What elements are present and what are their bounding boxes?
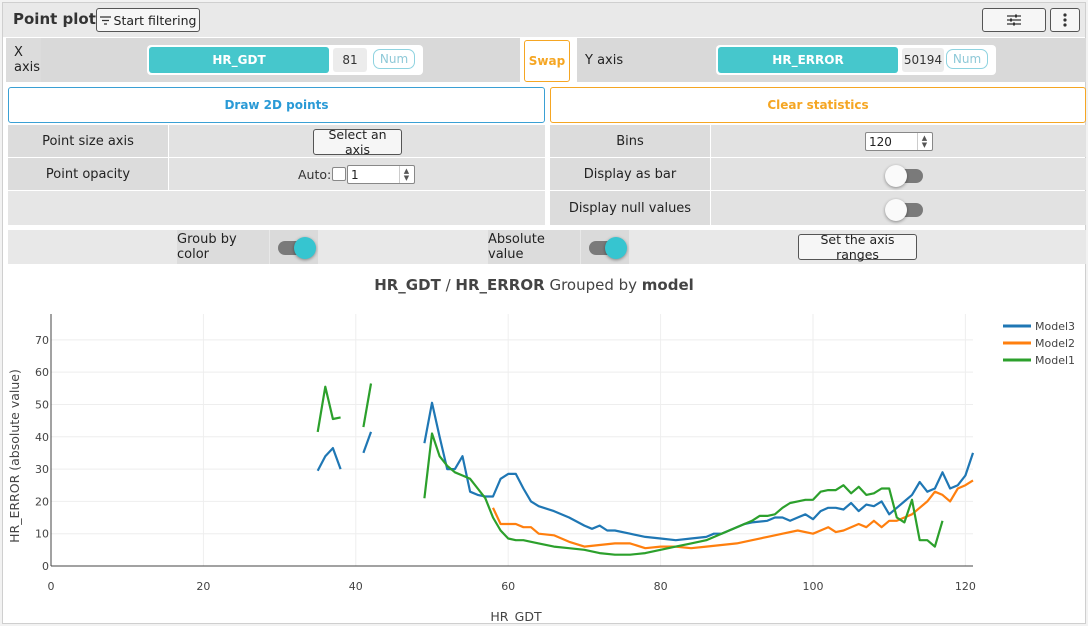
- chart-title-part: /: [441, 276, 456, 294]
- chart-title-part: HR_GDT: [374, 276, 441, 294]
- y-tick-label: 20: [35, 495, 49, 508]
- x-tick-label: 0: [48, 580, 55, 593]
- x-axis-title: HR_GDT: [490, 609, 542, 623]
- y-field-type-tag: Num: [946, 49, 988, 69]
- set-axis-ranges-button[interactable]: Set the axis ranges: [798, 232, 917, 262]
- x-axis-label-text: X axis: [14, 45, 41, 75]
- series-line-model1: [362, 383, 373, 428]
- series-line-model3: [316, 447, 342, 472]
- absolute-value-label: Absolute value: [488, 230, 580, 264]
- panel-header: Point plot Start filtering: [3, 3, 1085, 37]
- y-axis-field-selector[interactable]: HR_ERROR 50194 Num: [716, 45, 996, 75]
- toggle-knob: [885, 165, 907, 187]
- y-tick-label: 0: [42, 560, 49, 573]
- kebab-menu-icon: [1063, 13, 1067, 27]
- series-line-model1: [316, 385, 341, 433]
- group-by-color-toggle[interactable]: [278, 237, 316, 259]
- x-axis-label: X axis: [6, 38, 41, 82]
- filter-icon: [99, 15, 111, 25]
- x-field-type-tag: Num: [373, 49, 415, 69]
- series-line-model2: [492, 479, 974, 550]
- display-as-bar-toggle[interactable]: [885, 165, 923, 187]
- y-tick-label: 10: [35, 528, 49, 541]
- group-by-color-cell: [270, 230, 318, 264]
- y-field-count: 50194: [902, 48, 944, 72]
- display-null-toggle[interactable]: [885, 199, 923, 221]
- display-as-bar-cell: [711, 158, 1086, 190]
- bins-value: 120: [869, 134, 892, 149]
- point-opacity-label: Point opacity: [8, 158, 168, 190]
- opacity-auto-label: Auto:: [298, 167, 332, 182]
- display-null-label: Display null values: [550, 191, 710, 225]
- toggle-knob: [885, 199, 907, 221]
- y-axis-label: Y axis: [577, 38, 623, 82]
- legend-label-model3[interactable]: Model3: [1035, 320, 1075, 333]
- y-axis-label-text: Y axis: [585, 52, 624, 68]
- opacity-value: 1: [351, 167, 359, 182]
- opacity-auto-checkbox[interactable]: [332, 167, 346, 181]
- x-field-pill[interactable]: HR_GDT: [149, 47, 329, 73]
- x-tick-label: 60: [501, 580, 515, 593]
- point-opacity-cell: Auto: 1 ▲ ▼: [169, 158, 545, 190]
- chart-title-part: HR_ERROR: [455, 276, 545, 294]
- absolute-value-toggle[interactable]: [589, 237, 627, 259]
- point-plot-chart: HR_GDT / HR_ERROR Grouped by model 0 20 40 6…: [7, 276, 1075, 623]
- legend-label-model1[interactable]: Model1: [1035, 354, 1075, 367]
- x-axis-field-selector[interactable]: HR_GDT 81 Num: [147, 45, 423, 75]
- sliders-icon: [1007, 14, 1021, 26]
- bins-input[interactable]: 120 ▲ ▼: [865, 132, 933, 151]
- x-tick-label: 40: [349, 580, 363, 593]
- y-field-pill[interactable]: HR_ERROR: [718, 47, 898, 73]
- display-as-bar-label: Display as bar: [550, 158, 710, 190]
- settings-button[interactable]: [982, 8, 1046, 32]
- y-axis-title: HR_ERROR (absolute value): [7, 369, 22, 543]
- series-line-model3: [362, 431, 373, 454]
- absolute-value-cell: [581, 230, 629, 264]
- draw-2d-points-button[interactable]: Draw 2D points: [8, 87, 545, 123]
- select-axis-button[interactable]: Select an axis: [313, 127, 402, 157]
- opacity-value-input[interactable]: 1 ▲ ▼: [347, 165, 415, 184]
- chart-title-part: Grouped by: [545, 276, 642, 294]
- y-tick-label: 40: [35, 431, 49, 444]
- clear-statistics-button[interactable]: Clear statistics: [550, 87, 1086, 123]
- legend-label-model2[interactable]: Model2: [1035, 337, 1075, 350]
- series-line-model1: [423, 432, 944, 556]
- x-axis-row: X axis HR_GDT 81 Num: [6, 38, 520, 82]
- y-tick-label: 60: [35, 366, 49, 379]
- x-tick-label: 120: [955, 580, 976, 593]
- more-options-button[interactable]: [1050, 8, 1080, 32]
- x-tick-label: 20: [196, 580, 210, 593]
- opacity-spinner[interactable]: ▲ ▼: [399, 166, 413, 183]
- toggle-knob: [605, 237, 627, 259]
- point-size-axis-label: Point size axis: [8, 125, 168, 157]
- chart-title-part: model: [642, 276, 694, 294]
- series-line-model3: [423, 401, 975, 542]
- x-field-count: 81: [333, 48, 367, 72]
- toggle-knob: [294, 237, 316, 259]
- panel-title: Point plot: [13, 10, 96, 28]
- bins-label: Bins: [550, 125, 710, 157]
- point-plot-panel: Point plot Start filtering X axis HR_GDT…: [2, 2, 1086, 624]
- y-tick-label: 50: [35, 398, 49, 411]
- y-tick-label: 30: [35, 463, 49, 476]
- bins-cell: 120 ▲ ▼: [711, 125, 1086, 157]
- left-settings-filler: [8, 191, 545, 225]
- x-tick-label: 80: [654, 580, 668, 593]
- chart-title: HR_GDT / HR_ERROR Grouped by model: [374, 276, 694, 294]
- group-by-color-label: Groub by color: [177, 230, 269, 264]
- x-tick-label: 100: [802, 580, 823, 593]
- y-axis-row: Y axis HR_ERROR 50194 Num: [577, 38, 1086, 82]
- y-tick-label: 70: [35, 334, 49, 347]
- display-null-cell: [711, 191, 1086, 225]
- start-filtering-button[interactable]: Start filtering: [96, 8, 200, 32]
- swap-axes-button[interactable]: Swap: [524, 40, 570, 82]
- start-filtering-label: Start filtering: [113, 12, 197, 28]
- bins-spinner[interactable]: ▲ ▼: [917, 133, 931, 150]
